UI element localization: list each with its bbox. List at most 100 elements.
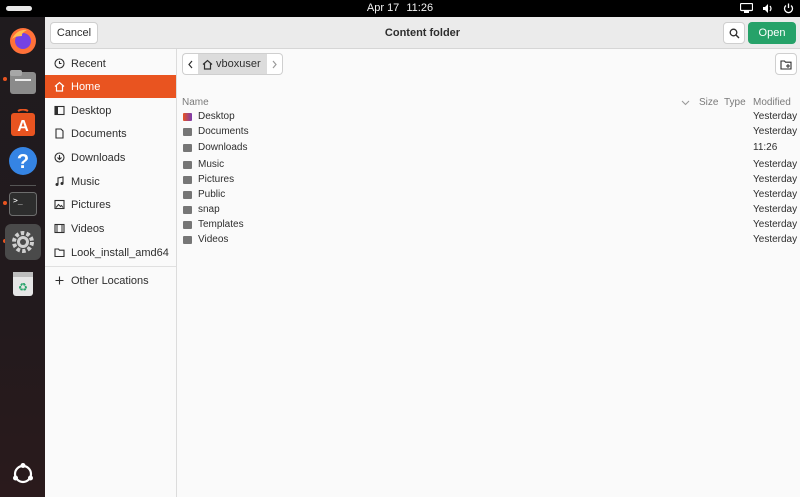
new-folder-button[interactable] bbox=[775, 53, 797, 75]
music-folder-icon bbox=[183, 161, 192, 169]
volume-icon bbox=[763, 4, 772, 13]
file-row-videos[interactable]: Videos Yesterday bbox=[177, 233, 800, 248]
sidebar-item-label: Desktop bbox=[71, 104, 112, 117]
file-name: Pictures bbox=[198, 174, 235, 185]
sort-chevron-down-icon[interactable] bbox=[681, 100, 690, 106]
path-crumb-current[interactable]: vboxuser bbox=[198, 53, 267, 75]
sidebar-item-documents[interactable]: Documents bbox=[45, 122, 176, 145]
column-header-name[interactable]: Name bbox=[182, 97, 209, 108]
search-button[interactable] bbox=[723, 22, 745, 44]
file-name: Videos bbox=[198, 234, 229, 245]
svg-text:>_: >_ bbox=[13, 196, 23, 205]
sidebar-item-label: Documents bbox=[71, 127, 127, 140]
sidebar-item-downloads[interactable]: Downloads bbox=[45, 146, 176, 169]
clock[interactable]: Apr 17 11:26 bbox=[0, 2, 800, 14]
places-sidebar: Recent Home Desktop Documents Downloads … bbox=[45, 49, 177, 497]
chevron-left-icon bbox=[188, 60, 193, 68]
settings-icon[interactable] bbox=[5, 224, 41, 260]
show-apps-icon[interactable] bbox=[6, 457, 40, 491]
path-bar: vboxuser bbox=[182, 53, 283, 75]
documents-folder-icon bbox=[183, 128, 192, 136]
open-button[interactable]: Open bbox=[748, 22, 796, 44]
search-icon bbox=[729, 28, 739, 38]
file-modified: Yesterday bbox=[753, 159, 798, 170]
sidebar-item-label: Videos bbox=[71, 222, 105, 235]
clock-date: Apr 17 bbox=[366, 2, 400, 14]
file-row-documents[interactable]: Documents Yesterday bbox=[177, 125, 800, 140]
path-forward-button[interactable] bbox=[266, 53, 283, 75]
clock-time: 11:26 bbox=[406, 2, 434, 14]
desktop-folder-icon bbox=[183, 113, 192, 121]
public-folder-icon bbox=[183, 191, 192, 199]
sidebar-item-pictures[interactable]: Pictures bbox=[45, 193, 176, 216]
terminal-icon[interactable]: >_ bbox=[6, 187, 40, 221]
document-icon bbox=[54, 128, 65, 139]
file-name: Downloads bbox=[198, 142, 248, 153]
column-header-modified[interactable]: Modified bbox=[753, 97, 791, 108]
dock-separator bbox=[10, 185, 36, 186]
column-header-size[interactable]: Size bbox=[699, 97, 718, 108]
file-name: Public bbox=[198, 189, 226, 200]
desktop-icon bbox=[54, 105, 65, 116]
chevron-right-icon bbox=[272, 60, 277, 68]
firefox-icon[interactable] bbox=[6, 24, 40, 58]
download-icon bbox=[54, 152, 65, 163]
files-icon[interactable] bbox=[6, 65, 40, 99]
file-name: Desktop bbox=[198, 111, 235, 122]
sidebar-item-recent[interactable]: Recent bbox=[45, 52, 176, 75]
file-name: Documents bbox=[198, 126, 249, 137]
music-icon bbox=[54, 176, 65, 187]
file-row-public[interactable]: Public Yesterday bbox=[177, 188, 800, 203]
sidebar-item-videos[interactable]: Videos bbox=[45, 217, 176, 240]
column-header-type[interactable]: Type bbox=[724, 97, 746, 108]
dock: A ? >_ ♻ bbox=[0, 17, 45, 497]
file-browser: vboxuser Name Size Type Modified Desktop… bbox=[177, 49, 800, 497]
file-modified: Yesterday bbox=[753, 174, 798, 185]
snap-folder-icon bbox=[183, 206, 192, 214]
file-row-templates[interactable]: Templates Yesterday bbox=[177, 218, 800, 233]
plus-icon bbox=[54, 275, 65, 286]
sidebar-item-home[interactable]: Home bbox=[45, 75, 176, 98]
file-name: snap bbox=[198, 204, 220, 215]
sidebar-item-look-install[interactable]: Look_install_amd64 bbox=[45, 241, 176, 264]
system-tray[interactable] bbox=[740, 1, 794, 16]
sidebar-item-desktop[interactable]: Desktop bbox=[45, 99, 176, 122]
sidebar-item-label: Music bbox=[71, 175, 100, 188]
sidebar-item-label: Downloads bbox=[71, 151, 126, 164]
top-bar: Apr 17 11:26 bbox=[0, 0, 800, 17]
svg-text:A: A bbox=[17, 118, 29, 135]
new-folder-icon bbox=[780, 59, 792, 70]
home-icon bbox=[54, 81, 65, 92]
power-icon bbox=[783, 3, 794, 14]
clock-icon bbox=[54, 58, 65, 69]
sidebar-separator bbox=[45, 266, 176, 267]
sidebar-item-label: Recent bbox=[71, 57, 106, 70]
file-row-snap[interactable]: snap Yesterday bbox=[177, 203, 800, 218]
file-modified: Yesterday bbox=[753, 204, 798, 215]
sidebar-item-other-locations[interactable]: Other Locations bbox=[45, 269, 176, 292]
file-row-music[interactable]: Music Yesterday bbox=[177, 158, 800, 173]
app-center-icon[interactable]: A bbox=[6, 106, 40, 140]
file-chooser-dialog: Cancel Content folder Open Recent Home D… bbox=[45, 17, 800, 497]
help-icon[interactable]: ? bbox=[6, 144, 40, 178]
network-icon bbox=[740, 3, 753, 13]
sidebar-item-music[interactable]: Music bbox=[45, 170, 176, 193]
file-modified: 11:26 bbox=[753, 142, 778, 153]
file-modified: Yesterday bbox=[753, 126, 798, 137]
templates-folder-icon bbox=[183, 221, 192, 229]
file-row-downloads[interactable]: Downloads 11:26 bbox=[177, 141, 800, 156]
file-name: Templates bbox=[198, 219, 244, 230]
videos-folder-icon bbox=[183, 236, 192, 244]
file-row-pictures[interactable]: Pictures Yesterday bbox=[177, 173, 800, 188]
dialog-title: Content folder bbox=[384, 27, 461, 39]
downloads-folder-icon bbox=[183, 144, 192, 152]
folder-icon bbox=[54, 247, 65, 258]
file-row-desktop[interactable]: Desktop Yesterday bbox=[177, 110, 800, 125]
file-modified: Yesterday bbox=[753, 219, 798, 230]
trash-icon[interactable]: ♻ bbox=[6, 266, 40, 300]
file-modified: Yesterday bbox=[753, 234, 798, 245]
svg-text:?: ? bbox=[17, 151, 29, 173]
path-back-button[interactable] bbox=[182, 53, 198, 75]
sidebar-item-label: Pictures bbox=[71, 198, 111, 211]
picture-icon bbox=[54, 199, 65, 210]
